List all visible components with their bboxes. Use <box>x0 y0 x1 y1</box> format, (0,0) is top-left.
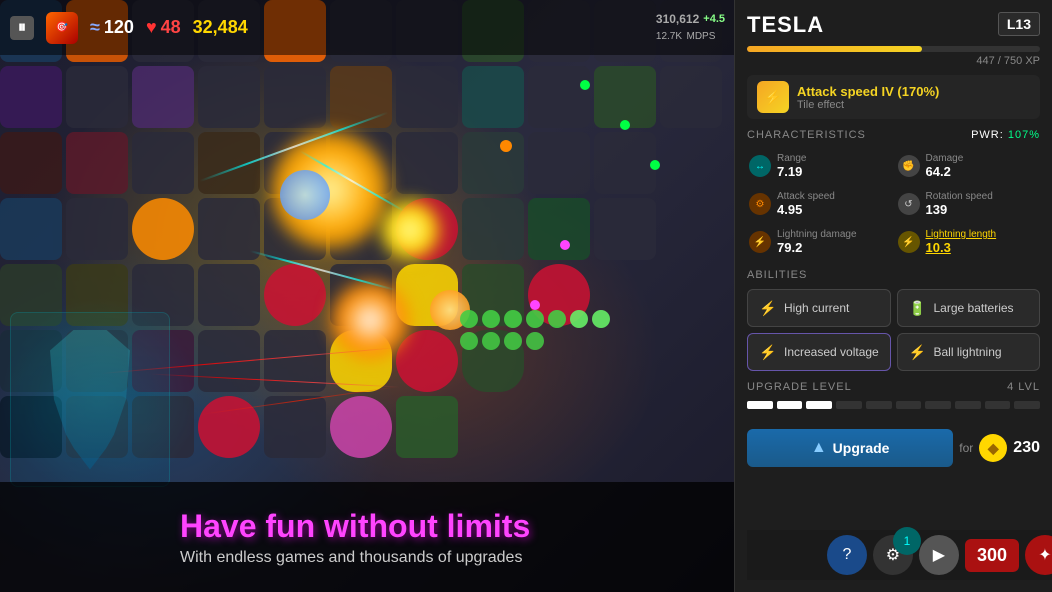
xp-text: 447 / 750 XP <box>747 55 1040 67</box>
notification-badge: 1 <box>893 527 921 555</box>
increased-voltage-icon: ⚡ <box>758 342 778 362</box>
for-label: for <box>959 441 973 455</box>
upgrade-lvl-label: 4 LVL <box>1007 381 1040 393</box>
ability-large-batteries[interactable]: 🔋 Large batteries <box>897 289 1041 327</box>
abilities-section-title: ABILITIES <box>747 269 1040 281</box>
health-display: ♥ 48 <box>146 17 181 38</box>
promo-subtitle: With endless games and thousands of upgr… <box>180 549 735 567</box>
upgrade-bar-3 <box>806 401 832 409</box>
increased-voltage-label: Increased voltage <box>784 345 879 359</box>
score-action-display: 300 <box>965 539 1019 572</box>
upgrade-bar-8 <box>955 401 981 409</box>
upgrade-row: ▲ Upgrade for ◆ 230 <box>747 429 1040 467</box>
stat-range: ↔ Range 7.19 <box>747 149 892 183</box>
game-icon-1: 🎯 <box>46 12 78 44</box>
pause-btn[interactable]: ⏸ <box>10 16 34 40</box>
cost-coin-icon: ◆ <box>979 434 1007 462</box>
tile-effect-icon: ⚡ <box>757 81 789 113</box>
characteristics-section-title: CHARACTERISTICS PWR: 107% <box>747 129 1040 141</box>
tower-name: TESLA <box>747 12 824 38</box>
upgrade-section: UPGRADE LEVEL 4 LVL <box>747 381 1040 415</box>
tile-effect-row: ⚡ Attack speed IV (170%) Tile effect <box>747 75 1040 119</box>
stat-rotation-speed: ↺ Rotation speed 139 <box>896 187 1041 221</box>
total-score: 310,612 +4.5 <box>656 12 725 26</box>
upgrade-bar-7 <box>925 401 951 409</box>
xp-bar-fill <box>747 46 922 52</box>
upgrade-bar-9 <box>985 401 1011 409</box>
ball-lightning-label: Ball lightning <box>934 345 1002 359</box>
upgrade-arrow-icon: ▲ <box>811 439 827 457</box>
stat-damage: ✊ Damage 64.2 <box>896 149 1041 183</box>
promo-title: Have fun without limits <box>180 508 735 545</box>
panel-header: TESLA L13 <box>747 12 1040 38</box>
ability-ball-lightning[interactable]: ⚡ Ball lightning <box>897 333 1041 371</box>
abilities-grid[interactable]: ⚡ High current 🔋 Large batteries ⚡ Incre… <box>747 289 1040 371</box>
arrow-btn[interactable]: ▶ <box>919 535 959 575</box>
upgrade-bar-6 <box>896 401 922 409</box>
upgrade-bar-1 <box>747 401 773 409</box>
attack-speed-icon: ⚙ <box>749 193 771 215</box>
large-batteries-label: Large batteries <box>934 301 1014 315</box>
stat-attack-speed: ⚙ Attack speed 4.95 <box>747 187 892 221</box>
tile-effect-text: Attack speed IV (170%) Tile effect <box>797 84 939 111</box>
high-current-icon: ⚡ <box>758 298 778 318</box>
upgrade-bar-5 <box>866 401 892 409</box>
upgrade-bar-2 <box>777 401 803 409</box>
range-icon: ↔ <box>749 155 771 177</box>
rotation-speed-icon: ↺ <box>898 193 920 215</box>
ball-lightning-icon: ⚡ <box>908 342 928 362</box>
mdps-display: 12.7K MDPS <box>656 26 725 44</box>
settings-area: ⚙ 1 <box>873 535 913 575</box>
xp-bar-bg <box>747 46 1040 52</box>
tile-effect-label: Tile effect <box>797 99 939 111</box>
large-batteries-icon: 🔋 <box>908 298 928 318</box>
question-btn[interactable]: ? <box>827 535 867 575</box>
game-area: ⏸ 🎯 ≈ 120 ♥ 48 32,484 310,612 +4.5 12.7K… <box>0 0 735 592</box>
bottom-action-row: ? ⚙ 1 ▶ 300 ✦ <box>747 530 1052 580</box>
level-badge: L13 <box>998 12 1040 36</box>
lightning-damage-icon: ⚡ <box>749 231 771 253</box>
upgrade-bars <box>747 401 1040 409</box>
ability-high-current[interactable]: ⚡ High current <box>747 289 891 327</box>
damage-icon: ✊ <box>898 155 920 177</box>
upgrade-cost: 230 <box>1013 439 1040 457</box>
upgrade-section-title: UPGRADE LEVEL 4 LVL <box>747 381 1040 393</box>
stat-lightning-length: ⚡ Lightning length 10.3 <box>896 225 1041 259</box>
top-hud: ⏸ 🎯 ≈ 120 ♥ 48 32,484 310,612 +4.5 12.7K… <box>0 0 735 55</box>
bluetooth-btn[interactable]: ✦ <box>1025 535 1052 575</box>
stats-grid: ↔ Range 7.19 ✊ Damage 64.2 ⚙ Attack spee… <box>747 149 1040 259</box>
high-current-label: High current <box>784 301 849 315</box>
pause-icon: ⏸ <box>10 16 34 40</box>
score-display: 32,484 <box>193 17 248 38</box>
xp-bar-container: 447 / 750 XP <box>747 46 1040 67</box>
upgrade-bar-4 <box>836 401 862 409</box>
promo-banner: Have fun without limits With endless gam… <box>0 482 735 592</box>
ability-increased-voltage[interactable]: ⚡ Increased voltage <box>747 333 891 371</box>
upgrade-bar-10 <box>1014 401 1040 409</box>
wave-display: ≈ 120 <box>90 17 134 38</box>
stat-lightning-damage: ⚡ Lightning damage 79.2 <box>747 225 892 259</box>
tile-effect-name: Attack speed IV (170%) <box>797 84 939 99</box>
stats-panel: TESLA L13 447 / 750 XP ⚡ Attack speed IV… <box>734 0 1052 592</box>
upgrade-button[interactable]: ▲ Upgrade <box>747 429 953 467</box>
lightning-length-icon: ⚡ <box>898 231 920 253</box>
